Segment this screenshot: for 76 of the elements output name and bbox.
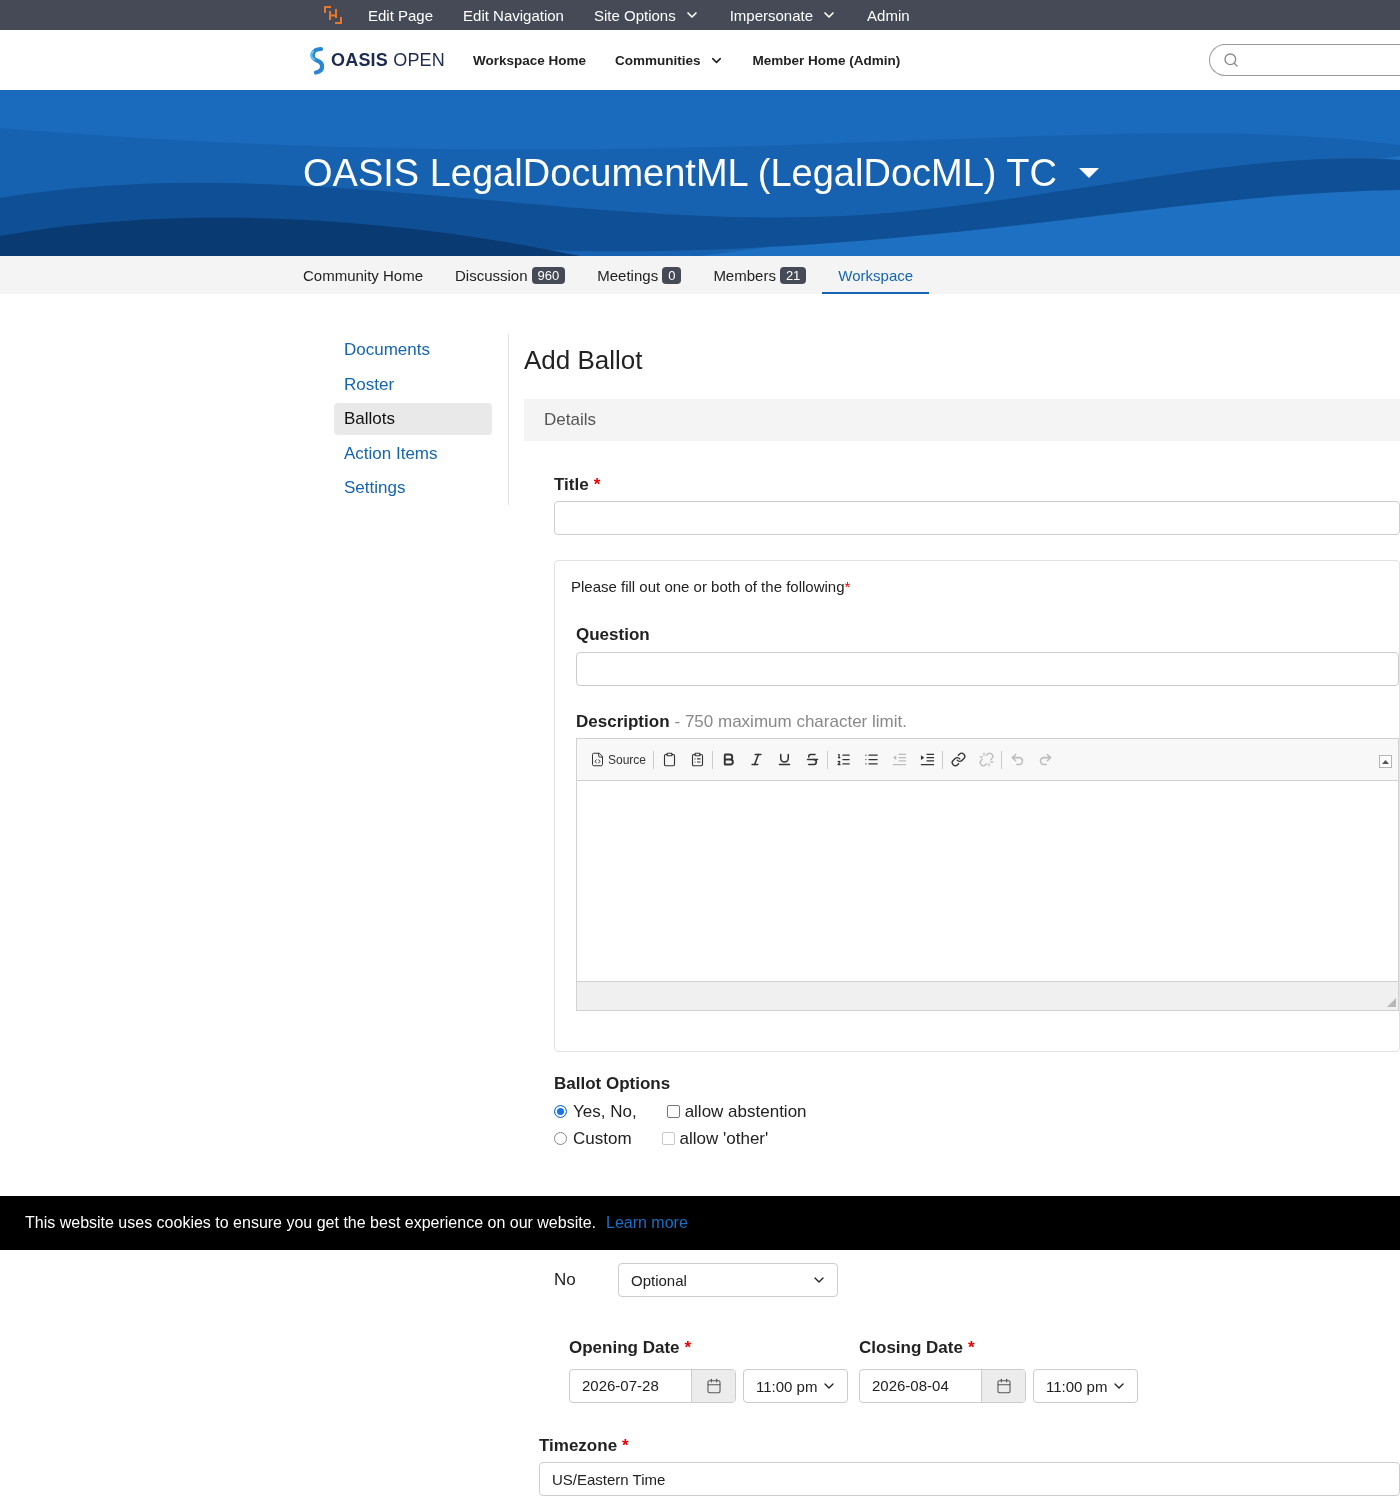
clipboard-list-icon xyxy=(689,752,705,767)
banner-title: OASIS LegalDocumentML (LegalDocML) TC xyxy=(303,151,1057,195)
calendar-button[interactable] xyxy=(981,1370,1025,1402)
page-title: Add Ballot xyxy=(524,344,644,377)
date-field[interactable]: 2026-08-04 xyxy=(859,1369,1026,1403)
option-label[interactable]: Yes, No, xyxy=(573,1101,637,1122)
row-label: No xyxy=(554,1270,577,1290)
tab[interactable]: Meetings 0 xyxy=(581,256,698,294)
unlink-icon xyxy=(978,752,994,767)
nav-link[interactable]: Communities xyxy=(615,52,724,68)
field-label: Question xyxy=(576,625,650,645)
calendar-icon xyxy=(995,1378,1012,1394)
field-label: Description xyxy=(576,712,670,732)
count-badge: 21 xyxy=(779,266,807,284)
time-select[interactable]: 11:00 pm xyxy=(743,1369,848,1403)
link-icon xyxy=(950,752,966,767)
date-field[interactable]: 2026-07-28 xyxy=(569,1369,736,1403)
toolbar-link[interactable]: Site Options xyxy=(593,6,700,24)
text-input[interactable] xyxy=(554,501,1400,535)
radio-button[interactable] xyxy=(554,1132,567,1145)
text-input[interactable] xyxy=(576,652,1399,686)
nav-link[interactable]: Member Home (Admin) xyxy=(752,52,901,68)
tab[interactable]: Members 21 xyxy=(697,256,823,294)
toolbar-link[interactable]: Edit Navigation xyxy=(463,6,564,24)
time-select[interactable]: 11:00 pm xyxy=(1033,1369,1138,1403)
clipboard-icon xyxy=(661,752,677,767)
toolbar-link[interactable]: Admin xyxy=(867,6,910,24)
toolbar-link[interactable]: Impersonate xyxy=(729,6,838,24)
field-label: Title * xyxy=(554,475,601,495)
tab[interactable]: Workspace xyxy=(822,256,930,294)
learn-more-link[interactable]: Learn more xyxy=(606,1214,688,1232)
option-label[interactable]: Custom xyxy=(573,1128,632,1149)
calendar-button[interactable] xyxy=(691,1370,735,1402)
bulleted-list-icon xyxy=(863,752,879,767)
collapse-toolbar-button[interactable] xyxy=(1379,755,1392,768)
undo-icon xyxy=(1009,752,1025,767)
underline-icon xyxy=(776,752,792,767)
toolbar-link[interactable]: Edit Page xyxy=(368,6,434,24)
italic-icon xyxy=(748,752,764,767)
redo-icon xyxy=(1037,752,1053,767)
field-label: Timezone * xyxy=(539,1436,629,1456)
numbered-list-icon xyxy=(835,752,851,767)
search-icon xyxy=(1223,52,1239,68)
field-label: Closing Date * xyxy=(859,1338,975,1358)
outdent-icon xyxy=(891,752,907,767)
form-note: Please fill out one or both of the following* xyxy=(571,577,851,597)
sidebar-item[interactable]: Settings xyxy=(334,472,492,504)
count-badge: 0 xyxy=(662,266,682,284)
source-button[interactable]: Source xyxy=(584,747,653,772)
nav-link[interactable]: Workspace Home xyxy=(473,52,587,68)
field-label: Opening Date * xyxy=(569,1338,692,1358)
triangle-up-icon xyxy=(1382,759,1389,764)
logo-text[interactable]: OASIS OPEN xyxy=(331,49,446,71)
resize-grip-icon[interactable] xyxy=(1387,998,1396,1007)
hint-text: - 750 maximum character limit. xyxy=(674,712,907,732)
radio-button[interactable] xyxy=(554,1105,567,1118)
select-field[interactable]: Optional xyxy=(618,1263,838,1297)
file-code-icon xyxy=(590,752,605,767)
logo-icon[interactable] xyxy=(323,5,343,25)
calendar-icon xyxy=(705,1378,722,1394)
checkbox[interactable] xyxy=(666,1105,680,1118)
count-badge: 960 xyxy=(531,266,566,284)
sidebar-item[interactable]: Action Items xyxy=(334,437,492,470)
sidebar-item[interactable]: Ballots xyxy=(334,403,492,435)
option-label[interactable]: allow abstention xyxy=(684,1101,807,1122)
cookie-message: This website uses cookies to ensure you get the best experience on our website. xyxy=(25,1214,596,1232)
indent-icon xyxy=(919,752,935,767)
field-label: Ballot Options xyxy=(554,1074,671,1094)
strikethrough-icon xyxy=(804,752,820,767)
sidebar-item[interactable]: Roster xyxy=(334,368,492,401)
sidebar-item[interactable]: Documents xyxy=(334,334,492,366)
select-field[interactable]: US/Eastern Time xyxy=(539,1462,1400,1496)
section-header: Details xyxy=(524,399,1400,441)
tab[interactable]: Community Home xyxy=(287,256,440,294)
tab[interactable]: Discussion 960 xyxy=(439,256,582,294)
caret-down-icon[interactable] xyxy=(1078,167,1100,179)
